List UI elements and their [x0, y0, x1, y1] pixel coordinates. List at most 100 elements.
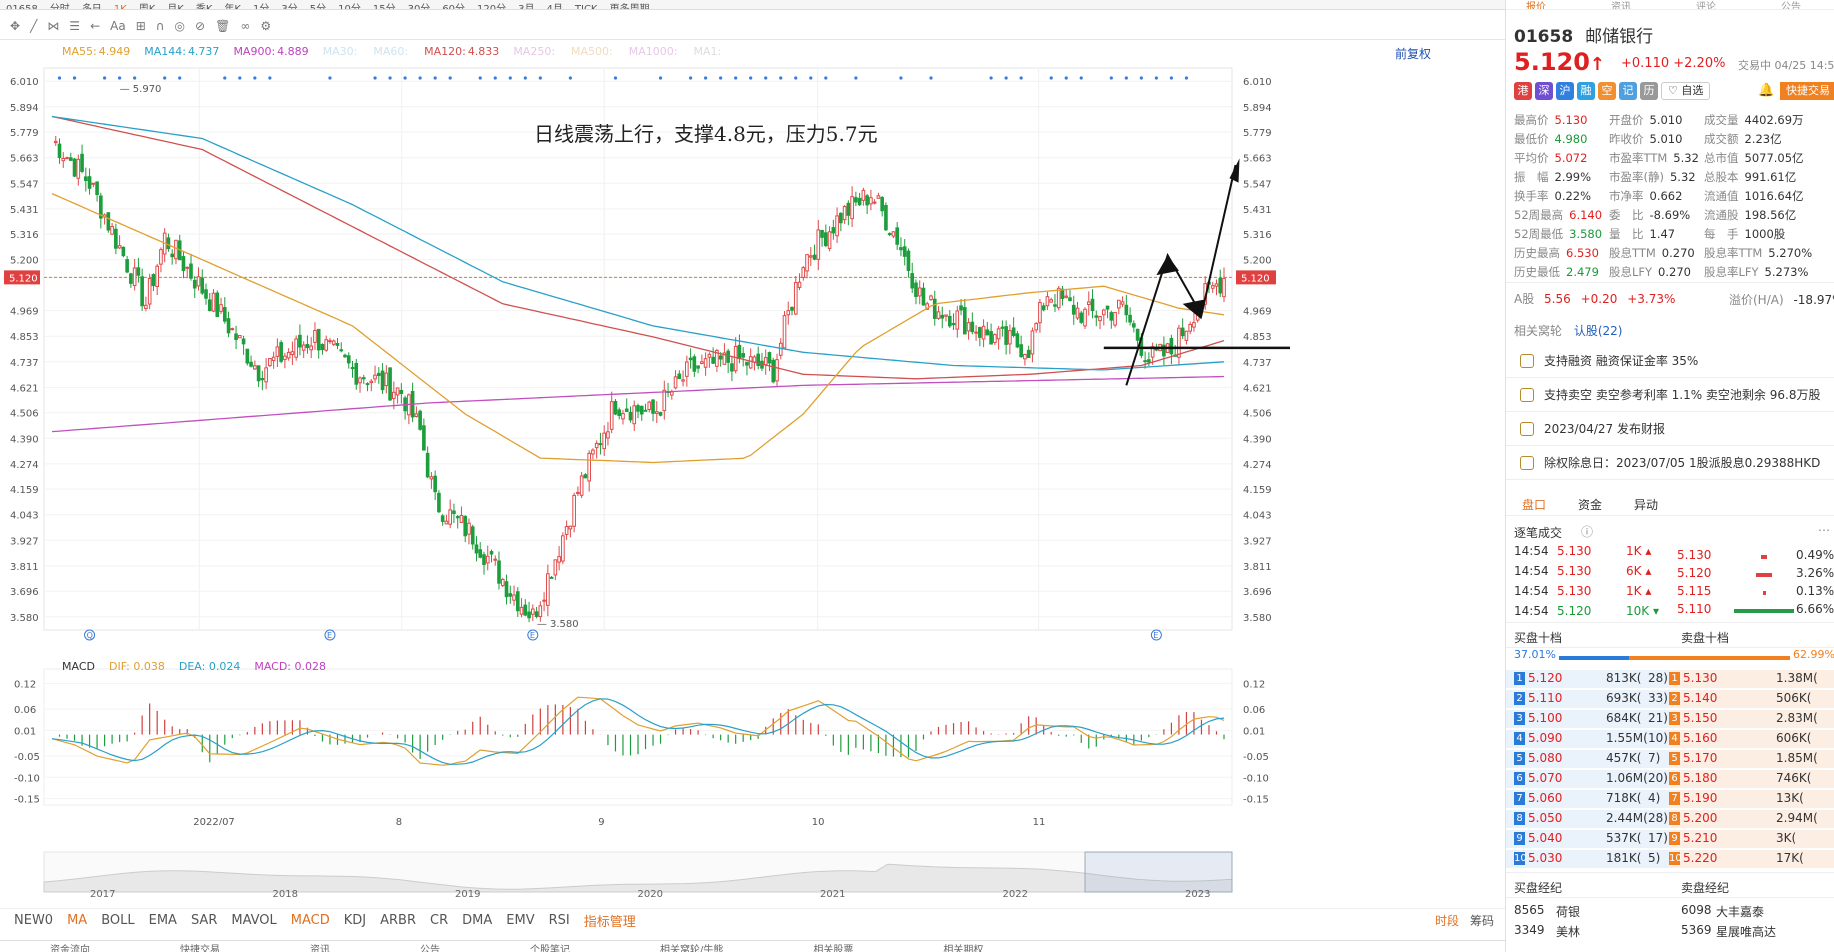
info-row[interactable]: 支持融资 融资保证金率 35%	[1506, 344, 1834, 378]
quote-tab[interactable]: 公告	[1781, 0, 1801, 9]
period-9[interactable]: 3分	[281, 4, 297, 9]
short-icon[interactable]: 空	[1598, 82, 1616, 100]
period-1[interactable]: 分时	[50, 4, 70, 9]
bell-icon[interactable]: 🔔	[1758, 83, 1774, 98]
a-share-row[interactable]: A股 5.56 +0.20 +3.73%	[1514, 290, 1675, 307]
crosshair-icon[interactable]: ✥	[10, 19, 20, 33]
bottom-tab[interactable]: 快捷交易	[180, 945, 220, 952]
indicator-boll[interactable]: BOLL	[101, 913, 134, 928]
candle-body	[1147, 359, 1151, 363]
more-icon[interactable]: ⋯	[1818, 523, 1830, 537]
hk-icon[interactable]: 港	[1514, 82, 1532, 100]
period-18[interactable]: TICK	[575, 4, 598, 9]
stat-label: 平均价	[1514, 151, 1549, 165]
info-row[interactable]: 除权除息日：2023/07/05 1股派股息0.29388HKD	[1506, 446, 1834, 480]
sh-connect-icon[interactable]: 沪	[1556, 82, 1574, 100]
watchlist-button[interactable]: ♡ 自选	[1661, 82, 1711, 100]
period-12[interactable]: 15分	[373, 4, 396, 9]
sz-connect-icon[interactable]: 深	[1535, 82, 1553, 100]
quick-trade-button[interactable]: 快捷交易	[1780, 82, 1834, 100]
candle-body	[726, 350, 730, 363]
indicator-ma[interactable]: MA	[67, 913, 87, 928]
candle-body	[527, 611, 531, 619]
indicator-sar[interactable]: SAR	[191, 913, 217, 928]
arrow-tool-icon[interactable]: ←	[90, 19, 100, 33]
candle-body	[53, 140, 58, 144]
indicator-dma[interactable]: DMA	[462, 913, 492, 928]
lock-icon[interactable]: ⊘	[195, 19, 205, 33]
link-icon[interactable]: ∞	[240, 19, 250, 33]
bottom-tab[interactable]: 资金流向	[50, 945, 90, 952]
calendar-icon[interactable]: 历	[1640, 82, 1658, 100]
candle-body	[136, 267, 141, 276]
fuquan-button[interactable]: 前复权	[1395, 45, 1431, 62]
info-row[interactable]: 2023/04/27 发布财报	[1506, 412, 1834, 446]
period-5[interactable]: 月K	[167, 4, 184, 9]
indicator-emv[interactable]: EMV	[506, 913, 534, 928]
channel-tool-icon[interactable]: ⋈	[47, 19, 59, 33]
chips-tab[interactable]: 筹码	[1470, 912, 1494, 929]
indicator-new0[interactable]: NEW0	[14, 913, 53, 928]
period-13[interactable]: 30分	[408, 4, 431, 9]
period-17[interactable]: 4月	[547, 4, 563, 9]
nav-window[interactable]	[1084, 851, 1233, 893]
ruler-icon[interactable]: ⊞	[136, 19, 146, 33]
indicator-cr[interactable]: CR	[430, 913, 448, 928]
bottom-tab[interactable]: 相关股票	[813, 945, 853, 952]
y-tick-right: 5.316	[1243, 230, 1272, 241]
y-tick-right: 4.274	[1243, 460, 1272, 471]
period-6[interactable]: 季K	[196, 4, 213, 9]
magnet-icon[interactable]: ∩	[156, 19, 165, 33]
period-tab[interactable]: 时段	[1435, 912, 1459, 929]
stat-3-2: 总股本 991.61亿	[1704, 169, 1796, 185]
indicator-mavol[interactable]: MAVOL	[231, 913, 276, 928]
indicator-macd[interactable]: MACD	[291, 913, 330, 928]
bottom-tab[interactable]: 个股笔记	[530, 945, 570, 952]
period-2[interactable]: 多日	[82, 4, 102, 9]
period-10[interactable]: 5分	[310, 4, 326, 9]
settings-icon[interactable]: ⚙	[260, 19, 271, 33]
fib-tool-icon[interactable]: ☰	[69, 19, 80, 33]
text-tool-icon[interactable]: Aa	[110, 19, 126, 33]
macd-y-tick: -0.10	[14, 773, 40, 784]
candle-body	[827, 231, 832, 249]
period-11[interactable]: 10分	[338, 4, 361, 9]
info-icon[interactable]: ⓘ	[1581, 523, 1593, 540]
pan-tab[interactable]: 盘口	[1522, 496, 1546, 513]
quote-tab[interactable]: 资讯	[1611, 0, 1631, 9]
period-3[interactable]: 1K	[114, 4, 127, 9]
indicator-rsi[interactable]: RSI	[549, 913, 570, 928]
info-row[interactable]: 支持卖空 卖空参考利率 1.1% 卖空池剩余 96.8万股	[1506, 378, 1834, 412]
indicator-指标管理[interactable]: 指标管理	[584, 911, 636, 930]
pan-tab[interactable]: 异动	[1634, 496, 1658, 513]
indicator-kdj[interactable]: KDJ	[344, 913, 366, 928]
period-4[interactable]: 周K	[139, 4, 156, 9]
ma-name: MA55:	[62, 45, 97, 58]
trash-icon[interactable]: 🗑	[215, 19, 230, 33]
signal-dot	[433, 76, 437, 80]
period-14[interactable]: 60分	[442, 4, 465, 9]
bid-count: 20)	[1648, 771, 1668, 785]
period-15[interactable]: 120分	[477, 4, 506, 9]
navigator-chart[interactable]: 2017 2018 2019 2020 2021 2022 2023	[0, 850, 1290, 898]
period-0[interactable]: 01658	[6, 4, 38, 9]
eye-icon[interactable]: ◎	[175, 19, 185, 33]
quote-tab[interactable]: 报价	[1526, 0, 1546, 9]
period-8[interactable]: 1分	[253, 4, 269, 9]
warrants-link[interactable]: 认股(22)	[1574, 324, 1623, 338]
indicator-arbr[interactable]: ARBR	[380, 913, 416, 928]
period-7[interactable]: 年K	[224, 4, 241, 9]
pan-tab[interactable]: 资金	[1578, 496, 1602, 513]
bottom-tab[interactable]: 公告	[420, 945, 440, 952]
quote-tab[interactable]: 评论	[1696, 0, 1716, 9]
bottom-tab[interactable]: 资讯	[310, 945, 330, 952]
period-16[interactable]: 3月	[518, 4, 534, 9]
bottom-tab[interactable]: 相关窝轮/牛熊	[660, 945, 723, 952]
bottom-tab[interactable]: 相关期权	[943, 945, 983, 952]
margin-icon[interactable]: 融	[1577, 82, 1595, 100]
period-19[interactable]: 更多周期	[610, 4, 650, 9]
line-tool-icon[interactable]: ╱	[30, 19, 37, 33]
note-icon[interactable]: 记	[1619, 82, 1637, 100]
indicator-ema[interactable]: EMA	[149, 913, 177, 928]
candle-body	[1169, 337, 1174, 355]
